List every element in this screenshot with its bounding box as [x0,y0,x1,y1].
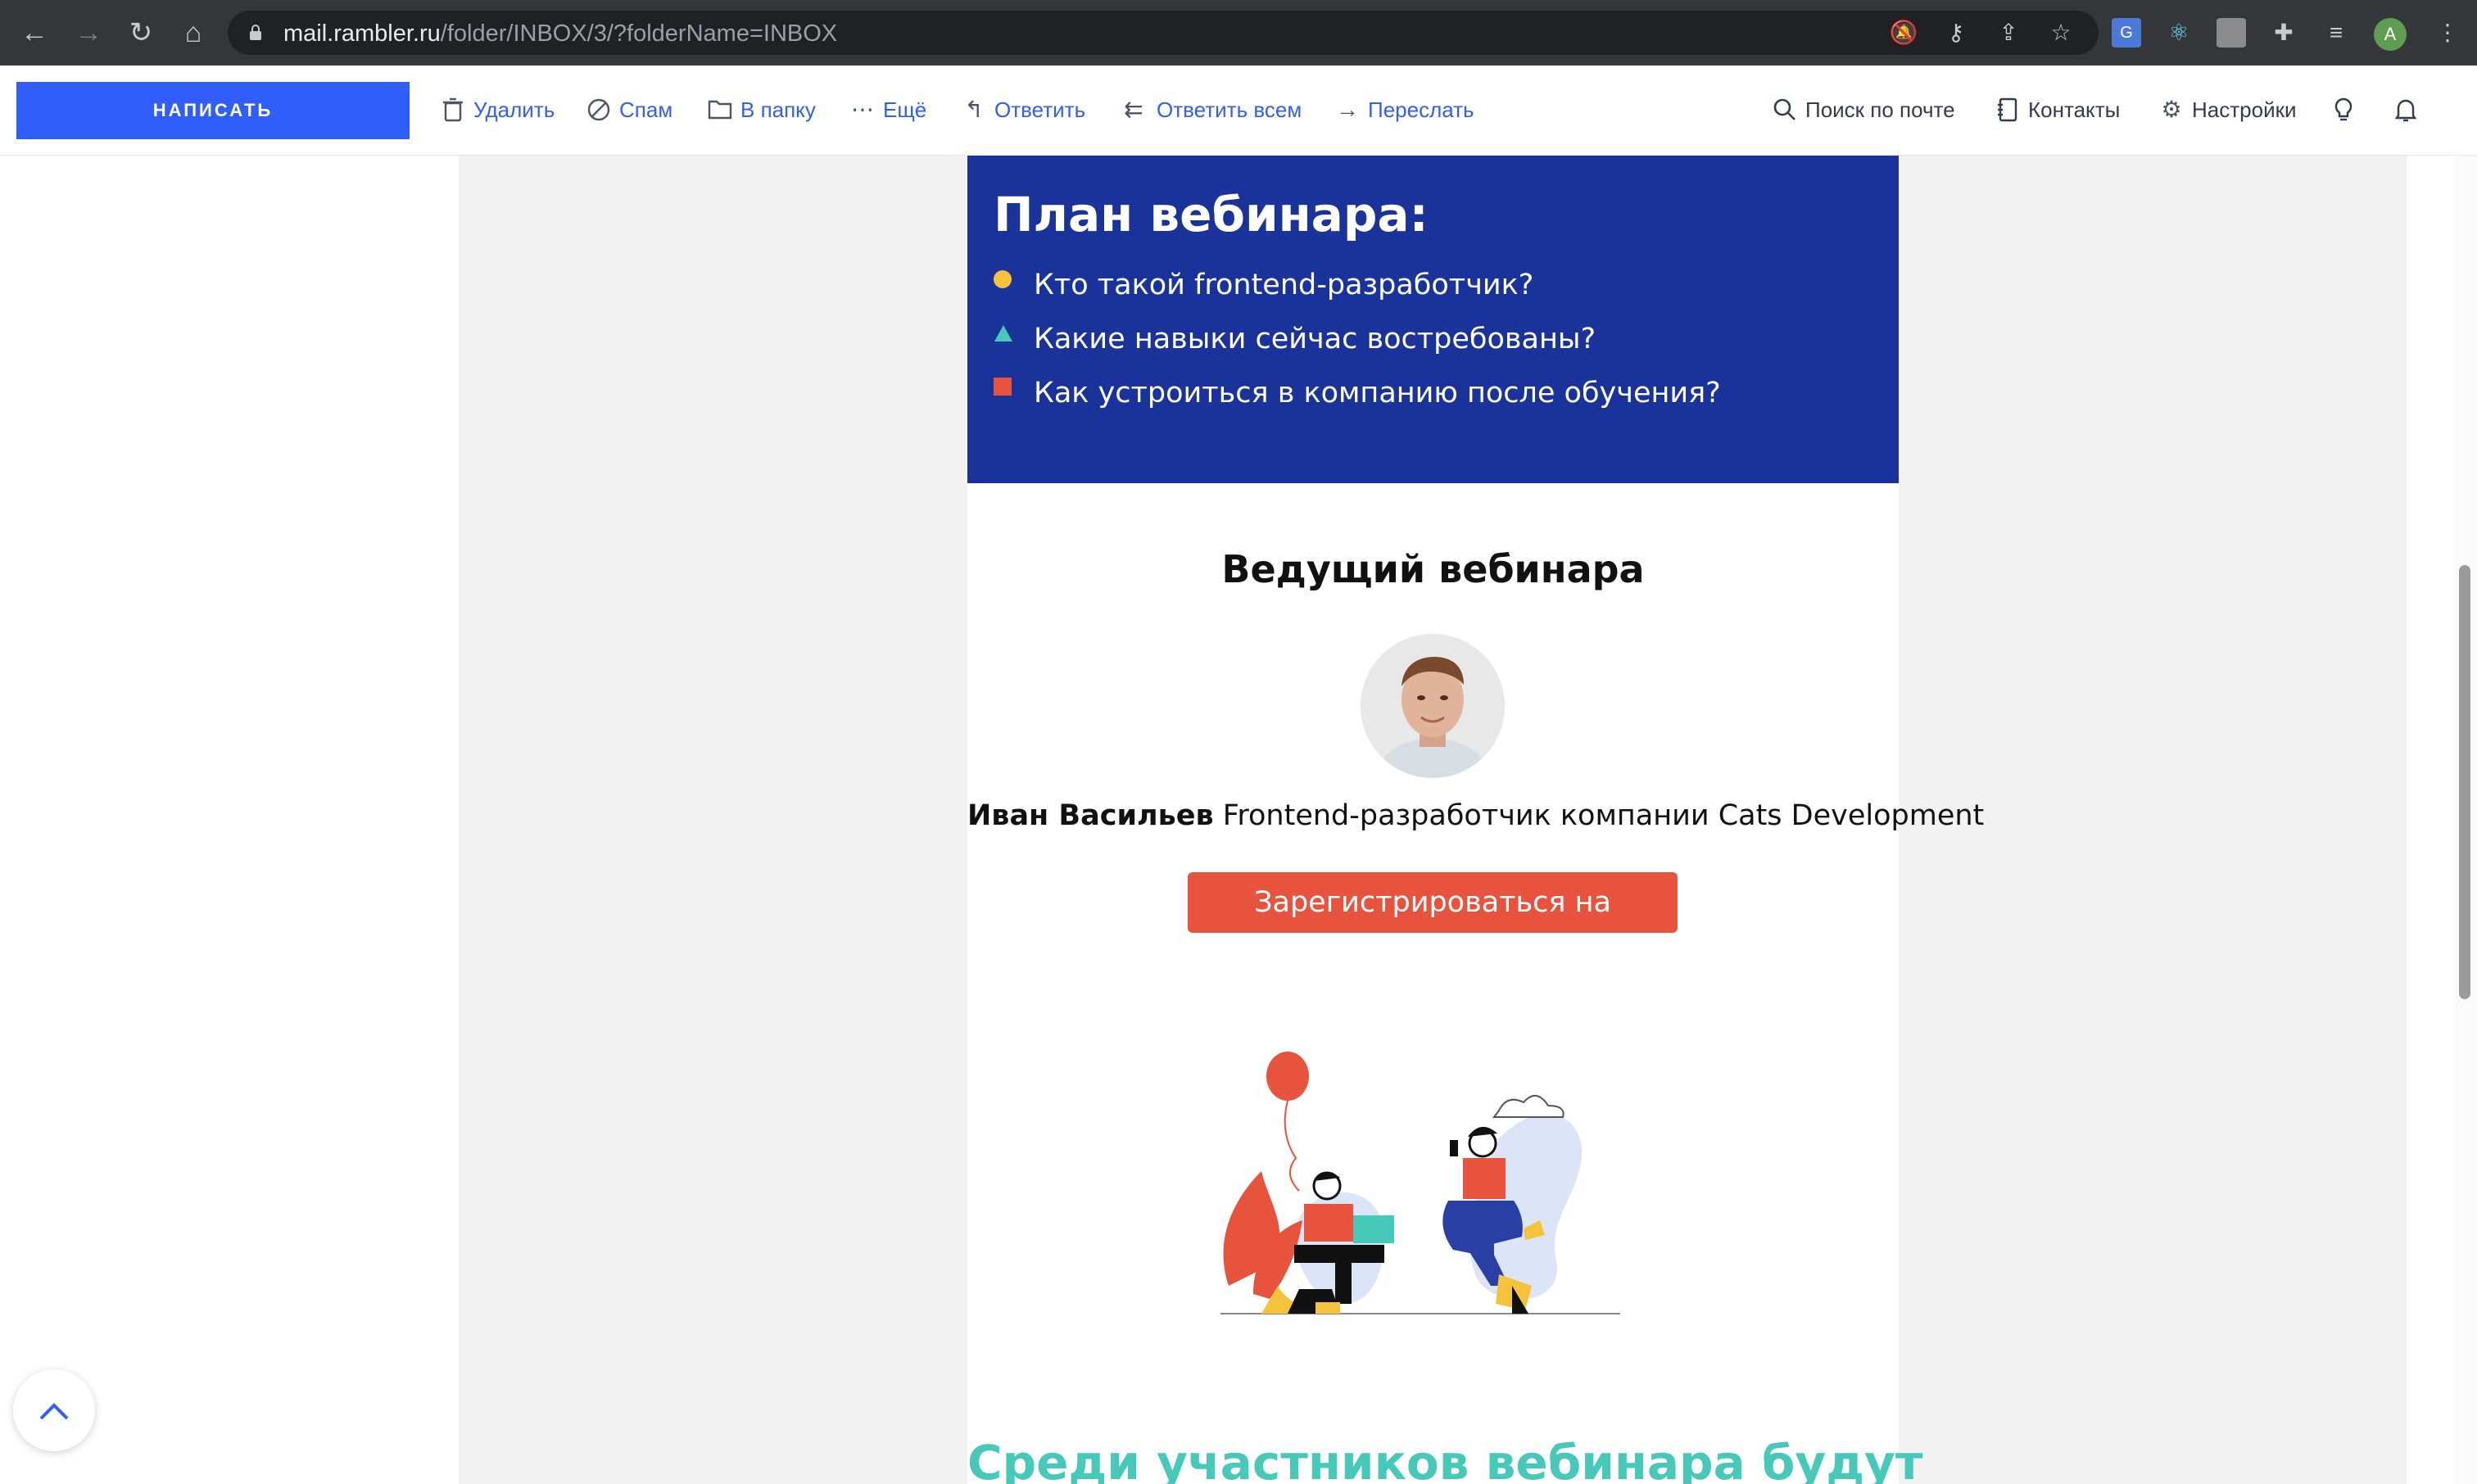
trash-icon [441,97,465,122]
teal-triangle-icon [994,324,1013,342]
folder-icon [708,97,732,122]
profile-avatar[interactable]: A [2374,18,2407,51]
reply-all-button[interactable]: ⇇ Ответить всем [1119,93,1302,126]
plan-item: Какие навыки сейчас востребованы? [1034,323,1596,355]
forward-button[interactable]: → Переслать [1335,93,1474,126]
yellow-dot-icon [994,270,1012,288]
settings-label: Настройки [2192,97,2297,122]
lock-icon [249,25,262,41]
more-label: Ещё [883,97,927,122]
compose-button[interactable]: НАПИСАТЬ [16,82,410,139]
reply-all-label: Ответить всем [1157,97,1302,122]
spam-icon [586,97,611,122]
contacts-button[interactable]: Контакты [1995,93,2120,126]
forward-arrow-icon[interactable]: → [72,16,105,49]
delete-button[interactable]: Удалить [441,93,555,126]
url-path: /folder/INBOX/3/?folderName=INBOX [440,20,838,47]
move-to-folder-button[interactable]: В папку [708,93,816,126]
reply-label: Ответить [994,97,1086,122]
contacts-label: Контакты [2028,97,2121,122]
share-icon[interactable]: ⇪ [1994,18,2023,48]
settings-button[interactable]: ⚙ Настройки [2159,93,2297,126]
gear-icon: ⚙ [2161,97,2182,122]
host-role: Frontend-разработчик компании Cats Devel… [1222,799,1985,832]
host-info: Иван Васильев Frontend-разработчик компа… [967,799,1984,832]
search-icon [1773,97,1797,122]
red-square-icon [994,378,1012,396]
left-sidebar [0,156,426,1484]
extension-icon[interactable] [2217,18,2246,48]
contacts-book-icon [1995,97,2020,122]
register-webinar-button[interactable]: Зарегистрироваться на вебинар [1188,872,1678,980]
puzzle-extensions-icon[interactable]: ✚ [2269,18,2298,48]
menu-kebab-icon[interactable]: ⋮ [2433,18,2462,48]
participants-heading: Среди участников вебинара будут [967,1435,1923,1484]
move-to-folder-label: В папку [740,97,816,122]
key-icon[interactable]: ⚷ [1941,18,1971,48]
reload-icon[interactable]: ↻ [125,16,157,49]
delete-label: Удалить [473,97,555,122]
more-dots-icon: ⋯ [851,97,874,122]
browser-toolbar: ← → ↻ ⌂ mail.rambler.ru/folder/INBOX/3/?… [0,0,2477,66]
bell-icon [2393,97,2418,122]
translate-extension-icon[interactable]: G [2112,18,2141,48]
forward-icon: → [1336,97,1359,122]
host-name: Иван Васильев [967,799,1214,832]
search-mail-button[interactable]: Поиск по почте [1773,93,1955,126]
bookmark-star-icon[interactable]: ☆ [2046,18,2076,48]
reply-icon: ↰ [964,97,984,122]
url-host: mail.rambler.ru [283,20,441,47]
more-button[interactable]: ⋯ Ещё [850,93,926,126]
plan-item: Кто такой frontend-разработчик? [1034,269,1534,301]
lightbulb-icon [2331,97,2356,122]
plan-item: Как устроиться в компанию после обучения… [1034,377,1721,409]
reply-button[interactable]: ↰ Ответить [962,93,1085,126]
host-photo [1361,634,1505,778]
spam-label: Спам [619,97,673,122]
scroll-to-top-button[interactable] [13,1369,95,1451]
spam-button[interactable]: Спам [586,93,672,126]
forward-label: Переслать [1368,97,1474,122]
back-arrow-icon[interactable]: ← [18,16,51,49]
notifications-muted-icon[interactable]: 🔕 [1889,18,1918,48]
scrollbar-thumb[interactable] [2459,565,2470,999]
url-text: mail.rambler.ru/folder/INBOX/3/?folderNa… [283,20,837,48]
react-devtools-icon[interactable]: ⚛ [2164,18,2194,48]
host-title: Ведущий вебинара [1221,547,1645,591]
plan-title: План вебинара: [994,187,1429,242]
reply-all-icon: ⇇ [1124,97,1143,122]
reading-list-icon[interactable]: ≡ [2321,18,2351,48]
home-icon[interactable]: ⌂ [177,16,210,49]
tips-button[interactable] [2331,93,2364,126]
notifications-button[interactable] [2393,93,2426,126]
search-mail-label: Поиск по почте [1805,97,1955,122]
webinar-illustration [1204,1040,1630,1327]
